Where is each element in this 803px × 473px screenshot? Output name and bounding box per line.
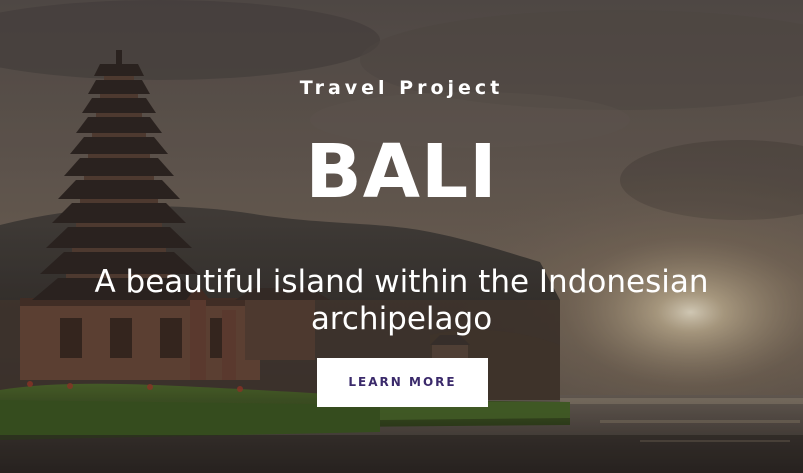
hero-section: Travel Project BALI A beautiful island w… [0, 0, 803, 473]
hero-title: BALI [305, 129, 498, 215]
hero-tagline: A beautiful island within the Indonesian… [94, 264, 709, 337]
hero-content: Travel Project BALI A beautiful island w… [0, 0, 803, 473]
learn-more-button[interactable]: LEARN MORE [317, 358, 488, 407]
hero-eyebrow: Travel Project [299, 77, 504, 99]
